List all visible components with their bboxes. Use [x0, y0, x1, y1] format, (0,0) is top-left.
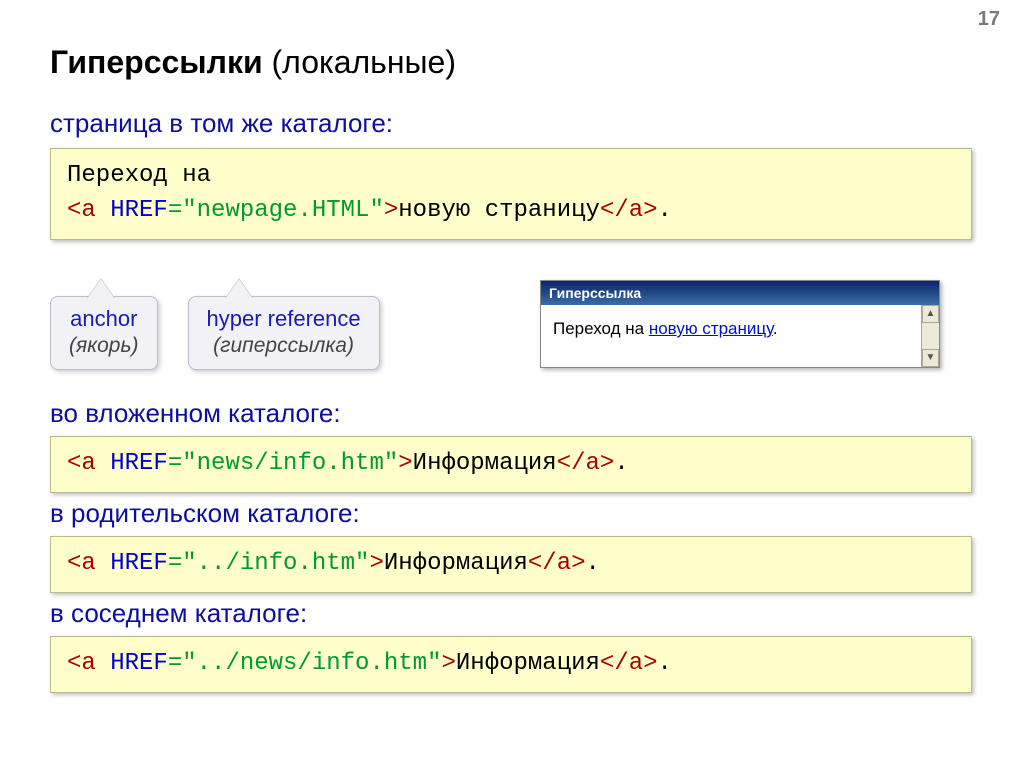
section-1-heading: страница в том же каталоге:	[50, 108, 393, 139]
preview-scrollbar[interactable]: ▲ ▼	[921, 305, 939, 367]
code4-text: Информация	[456, 650, 600, 677]
code-block-3: <a HREF="../info.htm">Информация</a>.	[50, 536, 972, 593]
code3-after: .	[586, 550, 600, 577]
title-bold: Гиперссылки	[50, 44, 263, 80]
slide: 17 Гиперссылки (локальные) страница в то…	[0, 0, 1024, 767]
code1-line1: Переход на	[67, 162, 211, 189]
code1-attr: HREF	[96, 197, 168, 224]
code2-open: <a	[67, 450, 96, 477]
code1-val: ="newpage.HTML"	[168, 197, 384, 224]
code1-after: .	[658, 197, 672, 224]
code2-gt: >	[398, 450, 412, 477]
code-block-1: Переход на <a HREF="newpage.HTML">новую …	[50, 148, 972, 240]
code1-text: новую страницу	[398, 197, 600, 224]
callout-anchor-en: anchor	[69, 305, 139, 333]
preview-window: Гиперссылка Переход на новую страницу. ▲…	[540, 280, 940, 368]
code1-open-tag: <a	[67, 197, 96, 224]
code3-close: </a>	[528, 550, 586, 577]
code1-gt: >	[384, 197, 398, 224]
callout-href-en: hyper reference	[207, 305, 361, 333]
preview-titlebar: Гиперссылка	[541, 281, 939, 305]
section-4-heading: в соседнем каталоге:	[50, 598, 307, 629]
callout-anchor: anchor (якорь)	[50, 296, 158, 370]
code-block-2: <a HREF="news/info.htm">Информация</a>.	[50, 436, 972, 493]
title-rest: (локальные)	[263, 44, 456, 80]
code4-val: ="../news/info.htm"	[168, 650, 442, 677]
preview-link[interactable]: новую страницу	[649, 319, 773, 338]
code4-close: </a>	[600, 650, 658, 677]
section-2-heading: во вложенном каталоге:	[50, 398, 341, 429]
code1-close: </a>	[600, 197, 658, 224]
code3-attr: HREF	[96, 550, 168, 577]
code3-gt: >	[369, 550, 383, 577]
code4-after: .	[658, 650, 672, 677]
code2-after: .	[614, 450, 628, 477]
callout-row: anchor (якорь) hyper reference (гиперссы…	[50, 296, 380, 370]
page-number: 17	[978, 8, 1000, 31]
code4-open: <a	[67, 650, 96, 677]
preview-body: Переход на новую страницу. ▲ ▼	[541, 305, 939, 367]
callout-href: hyper reference (гиперссылка)	[188, 296, 380, 370]
callout-anchor-ru: (якорь)	[69, 333, 139, 359]
code2-close: </a>	[557, 450, 615, 477]
scroll-up-icon[interactable]: ▲	[922, 305, 939, 323]
code4-gt: >	[441, 650, 455, 677]
code2-val: ="news/info.htm"	[168, 450, 398, 477]
slide-title: Гиперссылки (локальные)	[50, 44, 456, 81]
code4-attr: HREF	[96, 650, 168, 677]
code3-val: ="../info.htm"	[168, 550, 370, 577]
preview-text-before: Переход на	[553, 319, 649, 338]
code3-open: <a	[67, 550, 96, 577]
scroll-down-icon[interactable]: ▼	[922, 349, 939, 367]
section-3-heading: в родительском каталоге:	[50, 498, 360, 529]
code2-text: Информация	[413, 450, 557, 477]
code3-text: Информация	[384, 550, 528, 577]
callout-href-ru: (гиперссылка)	[207, 333, 361, 359]
preview-text-after: .	[773, 319, 778, 338]
code-block-4: <a HREF="../news/info.htm">Информация</a…	[50, 636, 972, 693]
code2-attr: HREF	[96, 450, 168, 477]
